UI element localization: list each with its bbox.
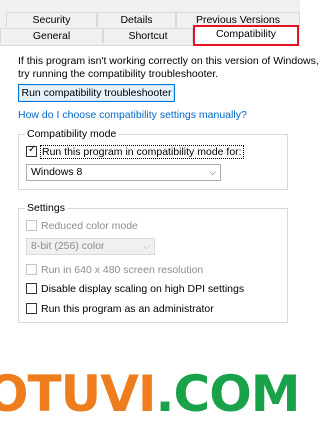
intro-text-line2: try running the compatibility troublesho…: [18, 68, 219, 80]
watermark-logo: OTUVI.COM: [0, 365, 301, 423]
compatibility-mode-group: Compatibility mode: [18, 128, 288, 190]
chevron-down-icon: ⌵: [209, 167, 216, 177]
os-version-dropdown[interactable]: Windows 8 ⌵: [26, 164, 221, 181]
tab-general[interactable]: General: [0, 28, 103, 43]
tab-previous-versions[interactable]: Previous Versions: [176, 12, 300, 27]
intro-text-line1: If this program isn't working correctly …: [18, 55, 319, 67]
tab-bar: Security Details Previous Versions Gener…: [0, 0, 300, 46]
res-640-checkbox: [26, 264, 37, 275]
watermark-banner: OTUVI.COM: [0, 363, 300, 428]
res-640-row: Run in 640 x 480 screen resolution: [26, 263, 203, 276]
reduced-color-row: Reduced color mode: [26, 219, 138, 232]
compatibility-mode-title: Compatibility mode: [25, 128, 119, 140]
tab-compatibility[interactable]: Compatibility: [193, 26, 299, 44]
color-depth-dropdown: 8-bit (256) color ⌵: [26, 238, 155, 255]
dpi-scaling-label[interactable]: Disable display scaling on high DPI sett…: [41, 283, 244, 295]
settings-title: Settings: [25, 202, 67, 214]
tab-security[interactable]: Security: [6, 12, 97, 27]
dpi-scaling-checkbox[interactable]: [26, 283, 37, 294]
watermark-part1: OTUVI: [0, 365, 157, 423]
run-as-admin-row[interactable]: Run this program as an administrator: [26, 302, 214, 315]
compat-mode-label[interactable]: Run this program in compatibility mode f…: [40, 144, 244, 159]
tab-shortcut[interactable]: Shortcut: [103, 28, 193, 43]
checkmark-icon: ✓: [28, 144, 37, 155]
run-as-admin-label[interactable]: Run this program as an administrator: [41, 303, 214, 315]
watermark-part2: .COM: [155, 365, 301, 423]
reduced-color-checkbox: [26, 220, 37, 231]
run-as-admin-checkbox[interactable]: [26, 303, 37, 314]
run-troubleshooter-button[interactable]: Run compatibility troubleshooter: [18, 84, 175, 102]
tab-details[interactable]: Details: [97, 12, 176, 27]
manual-settings-link[interactable]: How do I choose compatibility settings m…: [18, 109, 247, 121]
dpi-scaling-row[interactable]: Disable display scaling on high DPI sett…: [26, 282, 244, 295]
compat-mode-checkbox[interactable]: ✓: [26, 144, 37, 157]
color-depth-value: 8-bit (256) color: [31, 240, 105, 252]
res-640-label: Run in 640 x 480 screen resolution: [41, 263, 204, 276]
reduced-color-label: Reduced color mode: [41, 219, 138, 232]
chevron-down-icon: ⌵: [143, 241, 150, 251]
os-version-value: Windows 8: [31, 166, 83, 178]
compat-mode-checkbox-row[interactable]: ✓ Run this program in compatibility mode…: [26, 144, 244, 159]
